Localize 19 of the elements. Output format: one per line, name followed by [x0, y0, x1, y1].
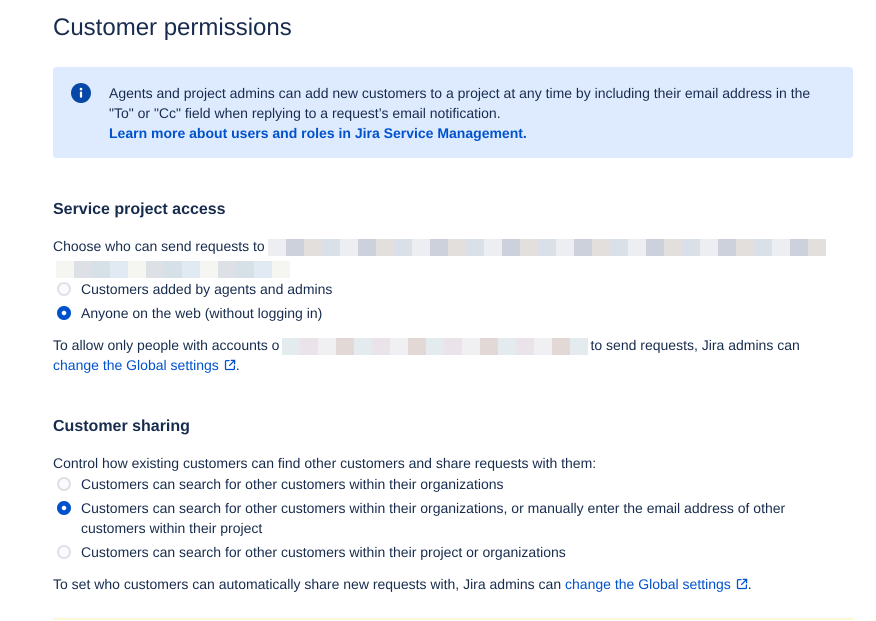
option-label[interactable]: Customers can search for other customers within their project or organizations	[81, 542, 566, 562]
option-label[interactable]: Customers can search for other customers within their organizations	[81, 474, 504, 494]
description-text: Control how existing customers can find other customers and share requests with them:	[53, 454, 598, 473]
info-icon	[71, 83, 91, 103]
page-title: Customer permissions	[53, 14, 293, 42]
radio-button[interactable]	[57, 306, 71, 320]
note-text: To set who customers can automatically share new requests with, Jira admins can change the Global settings .	[53, 575, 753, 594]
note-text: To allow only people with accounts o to send requests, Jira admins can change the Global settings .	[53, 336, 801, 375]
global-settings-link[interactable]: change the Global settings	[565, 576, 748, 592]
option-label[interactable]: Customers added by agents and admins	[81, 279, 332, 299]
radio-button[interactable]	[57, 501, 71, 515]
option-label[interactable]: Customers can search for other customers within their organizations, or manually enter the email address of other customers within their project	[81, 498, 801, 538]
learn-more-link[interactable]: Learn more about users and roles in Jira Service Management.	[109, 123, 527, 143]
global-settings-link[interactable]: change the Global settings	[53, 357, 236, 373]
section-heading: Customer sharing	[53, 417, 191, 437]
description-text: Choose who can send requests to	[53, 235, 853, 279]
banner-text: Agents and project admins can add new customers to a project at any time by including their email address in the "To" or "Cc" field when replying to a request’s email notification.	[109, 84, 812, 123]
section-heading: Service project access	[53, 200, 227, 220]
option-label[interactable]: Anyone on the web (without logging in)	[81, 303, 322, 323]
